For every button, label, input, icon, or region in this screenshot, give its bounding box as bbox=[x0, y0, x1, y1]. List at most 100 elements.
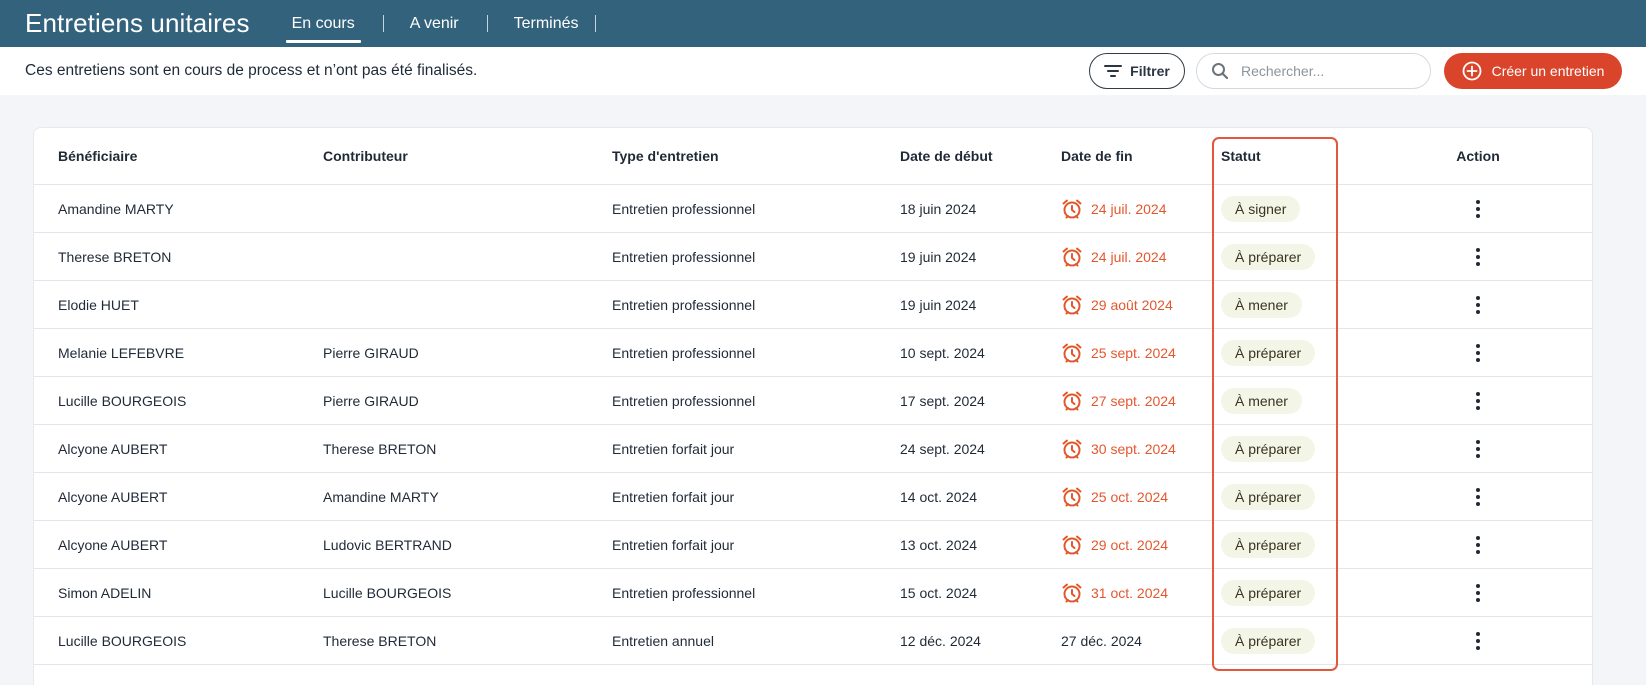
tab-en-cours[interactable]: En cours bbox=[285, 0, 361, 47]
cell-beneficiaire: Alcyone AUBERT bbox=[58, 488, 168, 505]
column-header-beneficiaire[interactable]: Bénéficiaire bbox=[58, 128, 137, 184]
date-fin-text: 25 oct. 2024 bbox=[1091, 488, 1169, 505]
more-vertical-icon[interactable] bbox=[1470, 194, 1486, 224]
cell-type: Entretien forfait jour bbox=[612, 440, 735, 457]
alarm-clock-icon bbox=[1062, 343, 1082, 362]
search-icon bbox=[1212, 63, 1229, 80]
table-row[interactable]: Melanie LEFEBVRE Pierre GIRAUD Entretien p… bbox=[34, 329, 1592, 377]
table-header: Bénéficiaire Contributeur Type d'entreti… bbox=[34, 128, 1592, 185]
date-fin-text: 27 déc. 2024 bbox=[1061, 632, 1142, 649]
alarm-clock-icon bbox=[1062, 391, 1082, 410]
cell-date-debut: 15 oct. 2024 bbox=[900, 584, 978, 601]
filter-button[interactable]: Filtrer bbox=[1089, 53, 1185, 89]
cell-date-fin: 29 août 2024 bbox=[1061, 281, 1173, 328]
cell-action bbox=[1434, 281, 1522, 328]
create-interview-button[interactable]: Créer un entretien bbox=[1444, 53, 1622, 89]
cell-date-fin: 31 oct. 2024 bbox=[1061, 569, 1168, 616]
cell-date-fin: 30 sept. 2024 bbox=[1061, 425, 1176, 472]
cell-type: Entretien professionnel bbox=[612, 344, 756, 361]
top-bar: Entretiens unitaires En cours A venir Te… bbox=[0, 0, 1646, 47]
more-vertical-icon[interactable] bbox=[1470, 386, 1486, 416]
page-title: Entretiens unitaires bbox=[25, 8, 250, 38]
cell-statut: À préparer bbox=[1221, 521, 1316, 568]
cell-date-debut: 14 oct. 2024 bbox=[900, 488, 978, 505]
cell-action bbox=[1434, 617, 1522, 664]
more-vertical-icon[interactable] bbox=[1470, 626, 1486, 656]
cell-type: Entretien annuel bbox=[612, 632, 714, 649]
cell-statut: À préparer bbox=[1221, 233, 1316, 280]
tab-separator bbox=[382, 15, 384, 32]
table-row[interactable]: Lucille BOURGEOIS Pierre GIRAUD Entretien … bbox=[34, 377, 1592, 425]
table-row[interactable]: Amandine MARTY Entretien professionnel 18 … bbox=[34, 185, 1592, 233]
tab-separator bbox=[486, 15, 488, 32]
cell-type: Entretien professionnel bbox=[612, 392, 756, 409]
column-header-action: Action bbox=[1456, 148, 1500, 164]
cell-statut: À mener bbox=[1221, 281, 1302, 328]
tab-a-venir[interactable]: A venir bbox=[404, 0, 465, 47]
more-vertical-icon[interactable] bbox=[1470, 482, 1486, 512]
cell-beneficiaire: Amandine MARTY bbox=[58, 200, 174, 217]
date-fin-text: 24 juil. 2024 bbox=[1091, 248, 1167, 265]
cell-statut: À préparer bbox=[1221, 329, 1316, 376]
alarm-clock-icon bbox=[1062, 487, 1082, 506]
status-badge: À mener bbox=[1221, 387, 1302, 414]
more-vertical-icon[interactable] bbox=[1470, 530, 1486, 560]
date-fin-text: 29 oct. 2024 bbox=[1091, 536, 1169, 553]
tab-termines[interactable]: Terminés bbox=[508, 0, 585, 47]
date-fin-text: 27 sept. 2024 bbox=[1091, 392, 1176, 409]
table-row[interactable]: Alcyone AUBERT Amandine MARTY Entretien fo… bbox=[34, 473, 1592, 521]
column-header-statut[interactable]: Statut bbox=[1221, 128, 1261, 184]
status-badge: À préparer bbox=[1221, 627, 1316, 654]
cell-date-fin: 27 déc. 2024 bbox=[1061, 617, 1142, 664]
alarm-clock-icon bbox=[1062, 247, 1082, 266]
table-row[interactable]: Simon ADELIN Lucille BOURGEOIS Entretien p… bbox=[34, 569, 1592, 617]
column-header-type[interactable]: Type d'entretien bbox=[612, 128, 719, 184]
cell-action bbox=[1434, 233, 1522, 280]
more-vertical-icon[interactable] bbox=[1470, 290, 1486, 320]
cell-beneficiaire: Simon ADELIN bbox=[58, 584, 152, 601]
table-row[interactable]: Alcyone AUBERT Therese BRETON Entretien fo… bbox=[34, 425, 1592, 473]
filter-icon bbox=[1104, 65, 1123, 77]
cell-statut: À signer bbox=[1221, 185, 1301, 232]
table-row[interactable]: Therese BRETON Entretien professionnel 19 … bbox=[34, 233, 1592, 281]
more-vertical-icon[interactable] bbox=[1470, 434, 1486, 464]
cell-date-fin: 25 sept. 2024 bbox=[1061, 329, 1176, 376]
cell-type: Entretien professionnel bbox=[612, 584, 756, 601]
alarm-clock-icon bbox=[1062, 583, 1082, 602]
cell-contributeur: Lucille BOURGEOIS bbox=[323, 584, 452, 601]
cell-beneficiaire: Lucille BOURGEOIS bbox=[58, 392, 187, 409]
table-row[interactable]: Elodie HUET Entretien professionnel 19 jui… bbox=[34, 281, 1592, 329]
cell-beneficiaire: Elodie HUET bbox=[58, 296, 139, 313]
filter-button-label: Filtrer bbox=[1130, 63, 1170, 79]
search-input[interactable] bbox=[1241, 63, 1411, 79]
more-vertical-icon[interactable] bbox=[1470, 242, 1486, 272]
cell-contributeur: Ludovic BERTRAND bbox=[323, 536, 452, 553]
cell-date-debut: 19 juin 2024 bbox=[900, 296, 977, 313]
more-vertical-icon[interactable] bbox=[1470, 338, 1486, 368]
more-vertical-icon[interactable] bbox=[1470, 578, 1486, 608]
column-header-contributeur[interactable]: Contributeur bbox=[323, 128, 408, 184]
plus-circle-icon bbox=[1462, 61, 1481, 81]
sub-header: Ces entretiens sont en cours de process … bbox=[0, 47, 1646, 95]
cell-beneficiaire: Lucille BOURGEOIS bbox=[58, 632, 187, 649]
cell-date-fin: 24 juil. 2024 bbox=[1061, 233, 1167, 280]
cell-statut: À préparer bbox=[1221, 617, 1316, 664]
cell-contributeur: Pierre GIRAUD bbox=[323, 344, 419, 361]
cell-date-debut: 13 oct. 2024 bbox=[900, 536, 978, 553]
status-badge: À mener bbox=[1221, 291, 1302, 318]
cell-beneficiaire: Therese BRETON bbox=[58, 248, 172, 265]
cell-action bbox=[1434, 473, 1522, 520]
alarm-clock-icon bbox=[1062, 295, 1082, 314]
cell-contributeur: Pierre GIRAUD bbox=[323, 392, 419, 409]
column-header-date-fin[interactable]: Date de fin bbox=[1061, 128, 1133, 184]
status-badge: À préparer bbox=[1221, 483, 1316, 510]
column-header-date-debut[interactable]: Date de début bbox=[900, 128, 993, 184]
table-row[interactable]: Alcyone AUBERT Ludovic BERTRAND Entretien … bbox=[34, 521, 1592, 569]
alarm-clock-icon bbox=[1062, 199, 1082, 218]
cell-date-debut: 10 sept. 2024 bbox=[900, 344, 985, 361]
search-box[interactable] bbox=[1196, 53, 1431, 89]
cell-statut: À préparer bbox=[1221, 569, 1316, 616]
table-row[interactable]: Lucille BOURGEOIS Therese BRETON Entretien… bbox=[34, 617, 1592, 665]
cell-type: Entretien forfait jour bbox=[612, 488, 735, 505]
cell-contributeur: Amandine MARTY bbox=[323, 488, 439, 505]
